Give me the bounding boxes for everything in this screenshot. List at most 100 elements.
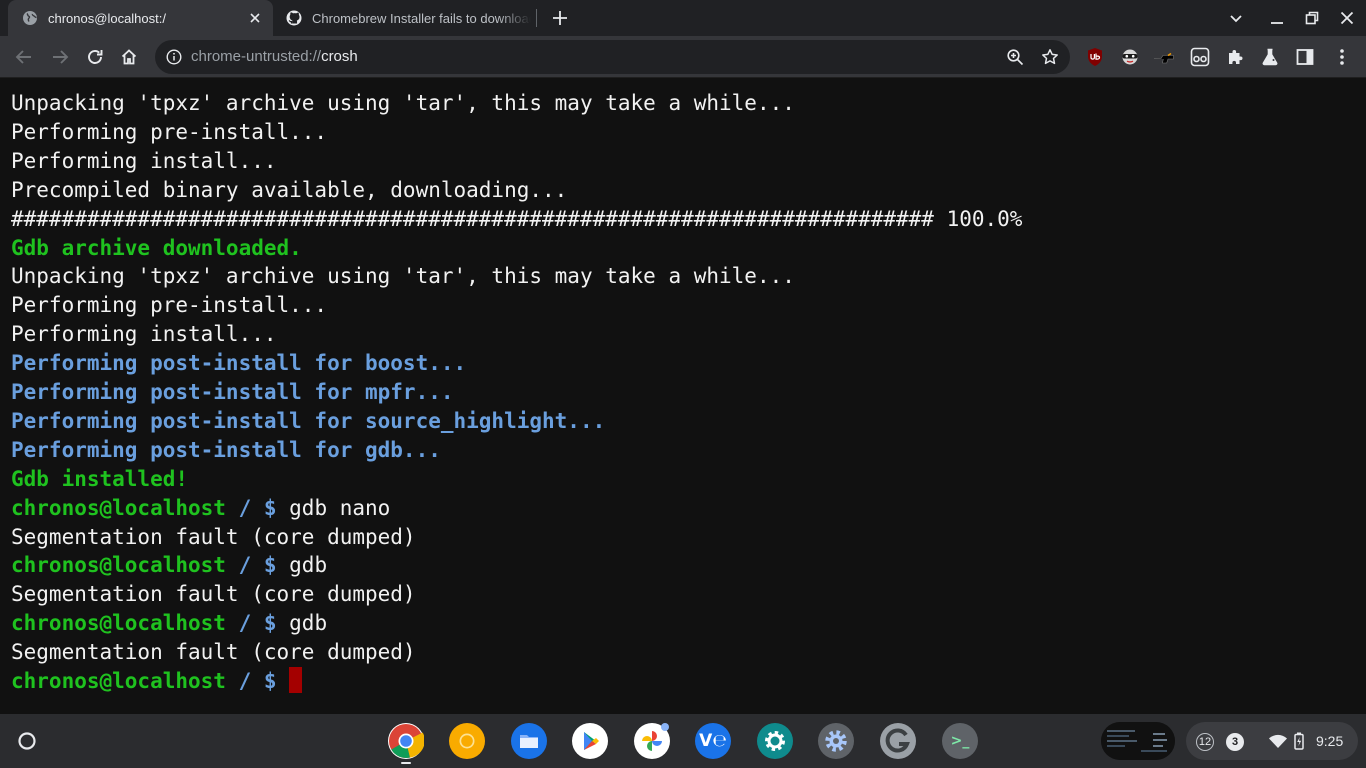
restore-button[interactable] [1300,6,1324,30]
more-vert-icon [1340,49,1344,65]
github-icon [286,10,302,26]
shelf-app-chrome-canary[interactable] [449,723,485,759]
terminal-segment: Performing pre-install... [11,119,328,144]
back-button[interactable] [10,43,38,71]
shelf-app-play-store[interactable] [572,723,608,759]
address-bar[interactable]: chrome-untrusted://crosh [155,40,1070,74]
shelf-app-terminal[interactable]: >_ [942,723,978,759]
terminal-segment: Performing post-install for source_highl… [11,408,606,433]
terminal-line: Gdb archive downloaded. [11,234,302,263]
shelf-app-files[interactable] [511,723,547,759]
shelf-app-grammar-app[interactable] [880,723,916,759]
clock[interactable]: 9:25 [1316,714,1343,768]
terminal-line: chronos@localhost / $ gdb nano [11,494,390,523]
new-tab-button[interactable] [548,6,572,30]
terminal-segment: Gdb installed! [11,466,189,491]
close-tab-icon[interactable] [243,6,267,30]
plus-icon [553,11,567,25]
screenshot-thumbnail-icon [1101,722,1175,760]
side-panel-button[interactable] [1291,43,1319,71]
url-text[interactable]: chrome-untrusted://crosh [191,40,358,74]
terminal-segment: Unpacking 'tpxz' archive using 'tar', th… [11,91,795,115]
restore-icon [1305,11,1319,25]
wifi-icon [1269,734,1287,748]
minimize-button[interactable] [1265,6,1289,30]
extensions-button[interactable] [1221,43,1249,71]
terminal-line: Performing post-install for boost... [11,349,466,378]
url-host: crosh [321,48,358,65]
terminal-line: Unpacking 'tpxz' archive using 'tar', th… [11,89,795,118]
tab-divider [536,9,537,27]
info-icon[interactable] [165,48,183,66]
zoom-icon[interactable] [1005,47,1025,67]
terminal-segment: / $ [225,669,290,693]
terminal-segment: Performing install... [11,322,277,347]
terminal-line: Segmentation fault (core dumped) [11,580,416,609]
chrome-canary-icon [449,723,485,759]
notification-counter-b[interactable]: 3 [1226,733,1244,751]
terminal-line: Performing pre-install... [11,118,327,147]
launcher-button[interactable] [12,726,42,756]
terminal-line: Unpacking 'tpxz' archive using 'tar', th… [11,262,795,291]
terminal-segment: Unpacking 'tpxz' archive using 'tar', th… [11,264,795,289]
terminal-line: Precompiled binary available, downloadin… [11,176,567,205]
chrome-menu-button[interactable] [1328,43,1356,71]
tab-crosh[interactable]: chronos@localhost:/ [8,0,273,36]
shelf-app-photos[interactable] [634,723,670,759]
terminal-segment: Performing post-install for boost... [11,351,467,376]
forward-button[interactable] [46,43,74,71]
terminal-icon: >_ [950,733,970,749]
holding-space-tray[interactable] [1101,722,1175,760]
url-scheme: chrome-untrusted:// [191,48,322,65]
home-button[interactable] [115,43,143,71]
tab-search-button[interactable] [1224,6,1248,30]
minimize-icon [1271,22,1283,24]
terminal-line: chronos@localhost / $ gdb [11,609,327,638]
reading-extension-button[interactable] [1186,43,1214,71]
bookmark-star-icon[interactable] [1040,47,1060,67]
gun-extension-button[interactable] [1150,43,1178,71]
terminal-segment: ########################################… [11,206,1023,231]
terminal-segment: Segmentation fault (core dumped) [11,524,416,549]
terminal-line: Performing install... [11,320,277,349]
terminal-segment: Segmentation fault (core dumped) [11,640,416,665]
terminal-line: Performing post-install for gdb... [11,436,441,465]
ublock-extension-button[interactable] [1081,43,1109,71]
flask-icon [1262,48,1278,66]
terminal-segment: Performing post-install for mpfr... [11,380,454,404]
tab-github-issue[interactable]: Chromebrew Installer fails to download [276,0,531,36]
terminal-segment: Precompiled binary available, downloadin… [11,177,568,202]
ublock-icon [1088,48,1102,66]
terminal-segment: / $ [225,495,290,520]
terminal-segment: gdb nano [289,495,391,520]
terminal-cursor [289,667,303,693]
terminal-line: Performing post-install for mpfr... [11,378,454,407]
close-icon [1340,11,1354,25]
terminal-line: chronos@localhost / $ gdb [11,551,327,580]
reload-button[interactable] [81,43,109,71]
puzzle-piece-icon [1229,50,1243,64]
mask-extension-button[interactable] [1116,43,1144,71]
vscode-icon: V℮ [699,731,727,751]
shelf-app-chrome[interactable] [388,723,424,759]
terminal-line: Performing post-install for source_highl… [11,407,605,436]
browser-toolbar: chrome-untrusted://crosh [0,36,1366,78]
terminal-segment: chronos@localhost [11,495,226,520]
terminal-line: Performing install... [11,147,277,176]
notification-counter-a[interactable]: 12 [1196,733,1214,751]
shelf-app-settings[interactable] [757,723,793,759]
shelf-app-vscode[interactable]: V℮ [695,723,731,759]
labs-button[interactable] [1256,43,1284,71]
shelf-app-system-settings[interactable] [818,723,854,759]
tab-title: chronos@localhost:/ [48,10,166,26]
chrome-icon [388,723,424,759]
terminal-segment: gdb [289,611,328,636]
terminal-segment: Performing pre-install... [11,293,328,318]
terminal-output[interactable]: Unpacking 'tpxz' archive using 'tar', th… [0,78,1366,714]
launcher-circle-icon [18,732,36,750]
mask-icon [1122,49,1138,65]
globe-icon [23,11,37,25]
close-window-button[interactable] [1335,6,1359,30]
grammar-app-icon [880,723,916,759]
terminal-segment: Performing post-install for gdb... [11,437,441,462]
